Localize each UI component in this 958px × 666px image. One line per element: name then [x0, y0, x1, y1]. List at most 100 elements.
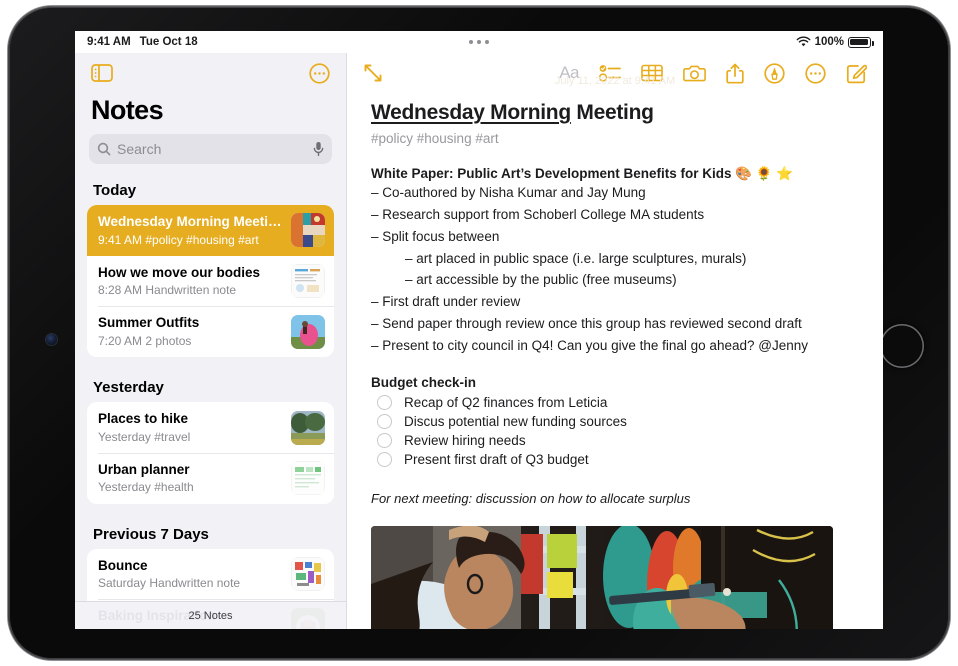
checklist-item[interactable]: Recap of Q2 finances from Leticia — [371, 393, 861, 412]
note-bullet: – Present to city council in Q4! Can you… — [371, 338, 808, 354]
microphone-icon[interactable] — [313, 141, 324, 157]
more-circle-icon[interactable] — [805, 62, 826, 84]
list-item-meta: 9:41 AM #policy #housing #art — [98, 232, 259, 247]
list-item-thumbnail — [291, 557, 325, 592]
share-icon[interactable] — [726, 63, 744, 84]
note-bullet: – Research support from Schoberl College… — [371, 206, 705, 222]
list-item[interactable]: Places to hike Yesterday #travel — [87, 402, 334, 453]
list-item-text: Urban planner Yesterday #health — [98, 461, 283, 496]
list-item-thumbnail — [291, 461, 325, 496]
sidebar-toggle-icon[interactable] — [91, 64, 113, 82]
wifi-icon — [796, 36, 810, 47]
sidebar-toolbar — [75, 53, 346, 93]
note-bullet: – First draft under review — [371, 294, 521, 310]
screenshot-root: 9:41 AM Tue Oct 18 100% Notes Search Tod… — [0, 0, 958, 666]
list-item-text: Summer Outfits 7:20 AM 2 photos — [98, 314, 283, 349]
section-heading: Yesterday — [93, 379, 164, 397]
checklist-item[interactable]: Discus potential new funding sources — [371, 412, 861, 431]
ipad-screen: 9:41 AM Tue Oct 18 100% Notes Search Tod… — [75, 31, 883, 629]
note-detail-pane: July 11, 2022 at 9:41 AM Aa Wednesday Mo… — [347, 53, 883, 629]
checklist-item-label: Recap of Q2 finances from Leticia — [404, 394, 608, 410]
page-title: Notes — [91, 95, 164, 125]
list-item-text: Bounce Saturday Handwritten note — [98, 557, 283, 592]
note-bullet: – Split focus between — [371, 228, 500, 244]
list-item[interactable]: Wednesday Morning Meeting 9:41 AM #polic… — [87, 205, 334, 256]
table-icon[interactable] — [641, 64, 663, 82]
checkbox-icon[interactable] — [377, 413, 392, 429]
search-container: Search — [75, 134, 346, 174]
status-date: Tue Oct 18 — [139, 36, 198, 48]
checkbox-icon[interactable] — [377, 394, 392, 410]
notes-list-scroll[interactable]: Today Wednesday Morning Meeting 9:41 AM … — [75, 174, 346, 629]
checklist-item-label: Review hiring needs — [404, 432, 526, 448]
list-item[interactable]: Urban planner Yesterday #health — [87, 452, 334, 504]
note-title: Wednesday Morning Meeting — [371, 101, 861, 125]
list-item[interactable]: Bounce Saturday Handwritten note — [87, 548, 334, 600]
list-item-thumbnail — [291, 264, 325, 299]
notes-group: Places to hike Yesterday #travel Urban p… — [87, 402, 334, 504]
list-item-thumbnail — [291, 314, 325, 349]
list-item-meta: Yesterday #travel — [98, 429, 191, 444]
battery-icon — [848, 36, 874, 48]
list-item-meta: Saturday Handwritten note — [98, 576, 241, 591]
front-camera-icon — [46, 334, 57, 345]
checklist-item[interactable]: Present first draft of Q3 budget — [371, 450, 861, 469]
note-title-rest: Meeting — [570, 101, 654, 124]
list-item-title: Wednesday Morning Meeting — [98, 214, 283, 229]
note-bullet: – Send paper through review once this gr… — [371, 316, 802, 332]
note-bullet: – Co-authored by Nisha Kumar and Jay Mun… — [371, 185, 646, 200]
format-aa-icon[interactable]: Aa — [559, 63, 579, 83]
more-circle-icon[interactable] — [309, 62, 330, 84]
section-heading: Today — [93, 182, 137, 199]
list-item-title: How we move our bodies — [98, 264, 261, 280]
dot — [477, 40, 481, 44]
list-item-thumbnail — [291, 410, 325, 445]
note-body[interactable]: Wednesday Morning Meeting #policy #housi… — [347, 93, 883, 629]
split-view: Notes Search Today Wednesday Morning Mee… — [75, 53, 883, 629]
note-toolbar-actions: Aa — [559, 62, 867, 84]
note-footnote: For next meeting: discussion on how to a… — [371, 490, 691, 506]
expand-diagonal-icon[interactable] — [363, 63, 383, 83]
checklist-heading: Budget check-in — [371, 374, 477, 390]
compose-icon[interactable] — [846, 63, 867, 84]
list-item-text: Places to hike Yesterday #travel — [98, 410, 283, 445]
checkbox-icon[interactable] — [377, 451, 392, 467]
search-icon — [97, 142, 111, 156]
multitasking-dots-icon[interactable] — [469, 31, 489, 53]
markup-pen-icon[interactable] — [764, 62, 785, 84]
checklist-item-label: Present first draft of Q3 budget — [404, 451, 589, 467]
list-item-thumbnail — [291, 213, 325, 248]
note-tags[interactable]: #policy #housing #art — [371, 131, 861, 146]
camera-icon[interactable] — [683, 64, 706, 83]
dot — [485, 40, 489, 44]
search-input[interactable]: Search — [89, 134, 332, 164]
checklist-icon[interactable] — [599, 64, 621, 82]
status-bar-right: 100% — [796, 31, 874, 53]
list-item-meta: 7:20 AM 2 photos — [98, 334, 192, 349]
note-toolbar: July 11, 2022 at 9:41 AM Aa — [347, 53, 883, 93]
list-item-title: Bounce — [98, 557, 148, 573]
notes-group: Wednesday Morning Meeting 9:41 AM #polic… — [87, 205, 334, 358]
note-bullet: – art placed in public space (i.e. large… — [405, 250, 747, 266]
status-bar-left: 9:41 AM Tue Oct 18 — [75, 36, 198, 48]
note-title-underlined: Wednesday Morning — [371, 101, 571, 124]
list-item-meta: 8:28 AM Handwritten note — [98, 283, 237, 298]
list-item-text: Wednesday Morning Meeting 9:41 AM #polic… — [98, 213, 283, 248]
note-bullet: – art accessible by the public (free mus… — [405, 272, 677, 288]
status-bar: 9:41 AM Tue Oct 18 100% — [75, 31, 883, 53]
list-item-text: How we move our bodies 8:28 AM Handwritt… — [98, 264, 283, 299]
list-item-title: Summer Outfits — [98, 315, 200, 331]
note-attached-photo[interactable] — [371, 525, 833, 629]
list-item[interactable]: How we move our bodies 8:28 AM Handwritt… — [87, 255, 334, 307]
checklist-item-label: Discus potential new funding sources — [404, 413, 627, 429]
note-section-heading: White Paper: Public Art’s Development Be… — [371, 166, 794, 181]
section-heading: Previous 7 Days — [93, 525, 209, 543]
list-item-meta: Yesterday #health — [98, 480, 194, 495]
list-item-title: Places to hike — [98, 411, 189, 427]
checklist-item[interactable]: Review hiring needs — [371, 431, 861, 450]
checkbox-icon[interactable] — [377, 432, 392, 448]
home-button[interactable] — [880, 324, 924, 368]
list-item[interactable]: Summer Outfits 7:20 AM 2 photos — [87, 306, 334, 358]
list-item-title: Urban planner — [98, 461, 190, 477]
status-time: 9:41 AM — [87, 36, 131, 48]
